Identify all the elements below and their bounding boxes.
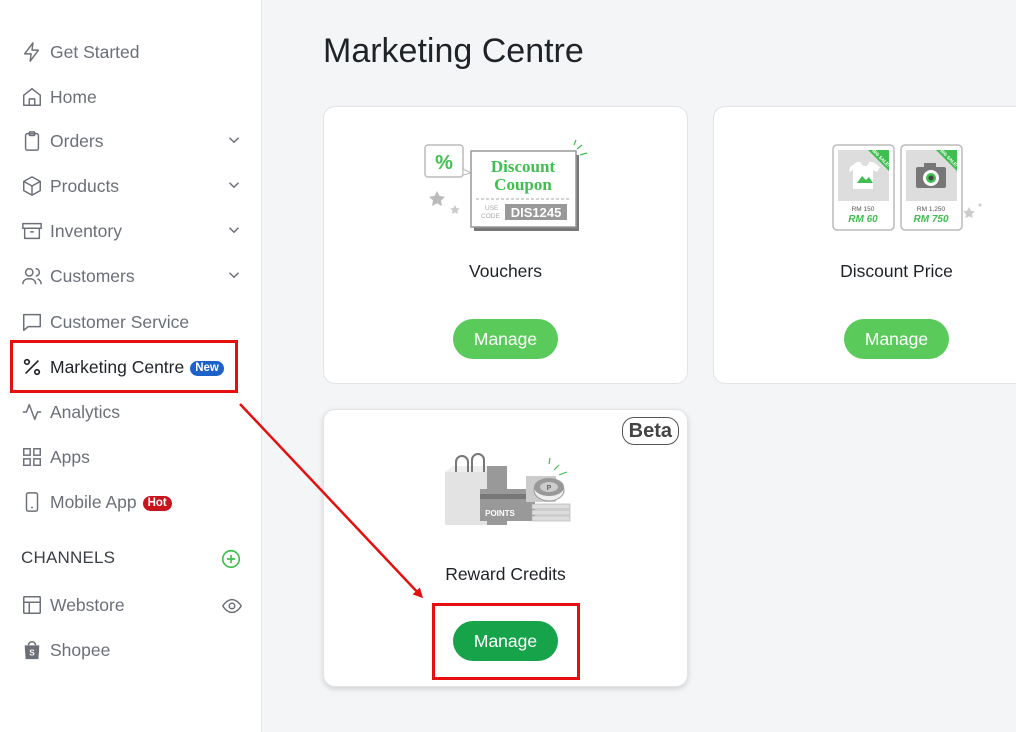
sidebar-item-label: Get Started [50,42,140,62]
add-circle-icon[interactable] [220,548,242,570]
sidebar-item-label: Customers [50,266,135,286]
bolt-icon [21,41,43,63]
eye-icon[interactable] [221,595,243,617]
hot-badge: Hot [142,496,172,511]
layout-icon [21,594,43,616]
beta-badge: Beta [621,417,679,445]
sidebar-item-webstore[interactable]: Webstore [0,583,262,627]
sidebar-item-shopee[interactable]: S Shopee [0,628,262,672]
sidebar-item-analytics[interactable]: Analytics [0,390,262,434]
highlight-box-marketing-centre [10,340,238,393]
vouchers-manage-button[interactable]: Manage [453,319,558,359]
shopping-bag-icon: S [21,639,43,661]
grid-icon [21,446,43,468]
points-card-label: POINTS [485,509,515,518]
home-icon [21,86,43,108]
sidebar-item-get-started[interactable]: Get Started [0,30,262,74]
coupon-illustration: % Discount Coupon USE CODE DIS1245 [424,139,588,231]
sidebar-item-products[interactable]: Products [0,164,262,208]
discount-price-manage-button[interactable]: Manage [844,319,949,359]
sidebar-item-label: Home [50,87,97,107]
sidebar-item-label: Mobile App Hot [50,491,172,513]
sidebar-item-label: Inventory [50,221,122,241]
mobile-app-label: Mobile App [50,492,137,512]
card-title: Vouchers [469,261,542,281]
discount-price-card: BIG SALE! RM 150 RM 60 BIG SALE! RM 1,25… [713,106,1016,384]
sidebar-item-home[interactable]: Home [0,75,262,119]
sidebar-item-customers[interactable]: Customers [0,254,262,298]
sidebar-item-label: Products [50,176,120,196]
price-new: RM 60 [848,214,878,225]
coupon-code: DIS1245 [511,205,562,220]
users-icon [21,265,43,287]
price-new: RM 750 [913,214,948,225]
svg-text:S: S [29,649,35,658]
page-title: Marketing Centre [323,32,584,70]
chat-icon [21,311,43,333]
chevron-down-icon[interactable] [225,131,243,149]
percent-glyph: % [435,152,453,174]
coupon-use-text: USE [485,205,499,212]
coupon-title-line2: Coupon [494,175,552,194]
coupon-title-line1: Discount [491,157,556,176]
sidebar-item-label: Apps [50,447,90,467]
sidebar-item-inventory[interactable]: Inventory [0,209,262,253]
sidebar-item-label: Shopee [50,640,111,660]
discount-price-illustration: BIG SALE! RM 150 RM 60 BIG SALE! RM 1,25… [832,144,982,231]
highlight-box-manage-button [432,603,580,680]
clipboard-icon [21,130,43,152]
sidebar-item-label: Analytics [50,402,121,422]
sidebar-item-customer-service[interactable]: Customer Service [0,300,262,344]
sidebar-item-orders[interactable]: Orders [0,119,262,163]
activity-icon [21,401,43,423]
sidebar-item-label: Orders [50,131,104,151]
sidebar-item-label: Webstore [50,595,125,615]
chevron-down-icon[interactable] [225,266,243,284]
card-title: Discount Price [840,261,953,281]
box-icon [21,175,43,197]
reward-credits-illustration: POINTS P [445,453,571,525]
channels-heading: CHANNELS [21,548,116,567]
sidebar-item-label: Customer Service [50,312,190,332]
price-old: RM 1,250 [917,206,946,213]
phone-icon [21,491,43,513]
chevron-down-icon[interactable] [225,176,243,194]
chevron-down-icon[interactable] [225,221,243,239]
archive-icon [21,220,43,242]
svg-text:P: P [547,485,552,492]
coupon-code-label: CODE [481,213,500,220]
vouchers-card: % Discount Coupon USE CODE DIS1245 Vouch… [323,106,688,384]
card-title: Reward Credits [445,564,566,584]
sidebar-item-apps[interactable]: Apps [0,435,262,479]
price-old: RM 150 [852,206,875,213]
sidebar-item-mobile-app[interactable]: Mobile App Hot [0,480,262,524]
